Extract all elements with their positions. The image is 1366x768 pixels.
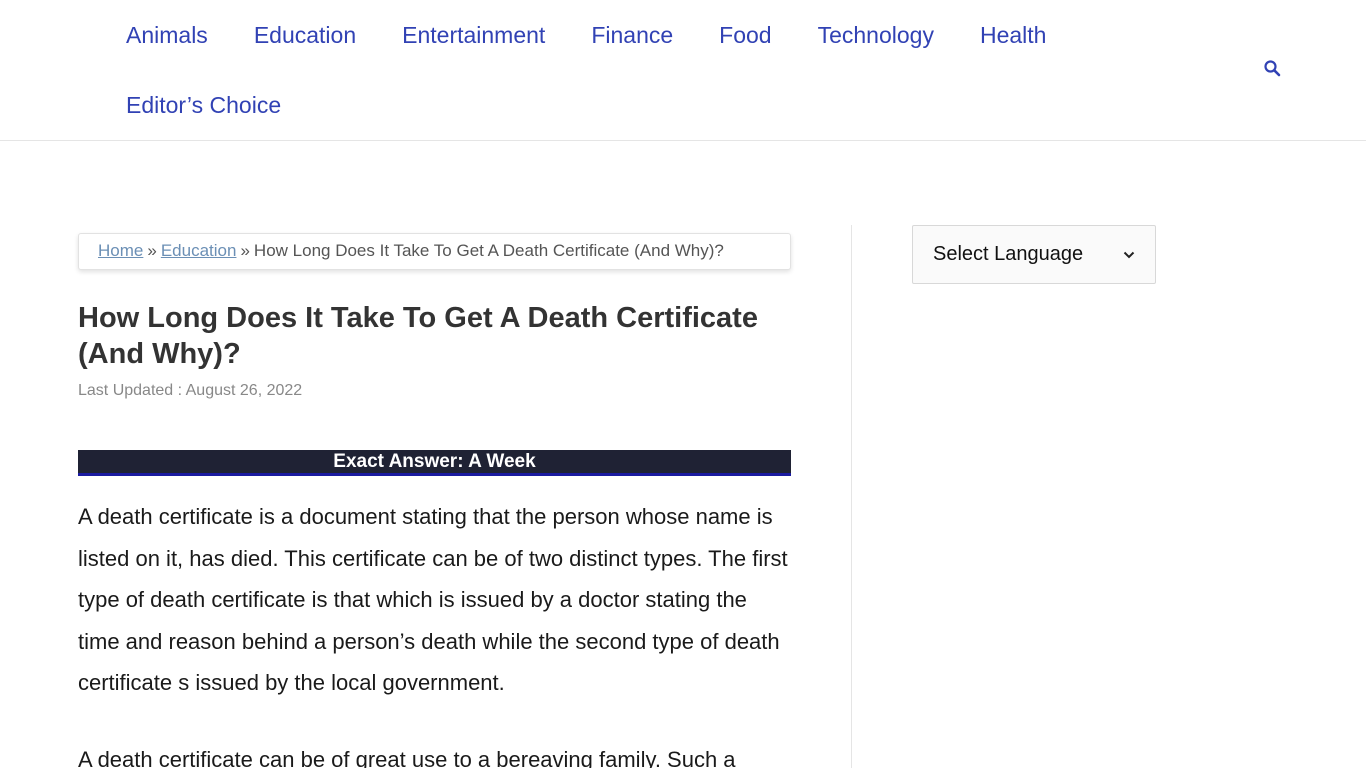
site-header: Animals Education Entertainment Finance … xyxy=(0,0,1366,141)
nav-item-technology[interactable]: Technology xyxy=(795,22,957,49)
article-paragraph: A death certificate can be of great use … xyxy=(78,747,736,768)
breadcrumb-separator: » xyxy=(240,241,250,260)
nav-item-finance[interactable]: Finance xyxy=(568,22,696,49)
last-updated: Last Updated : August 26, 2022 xyxy=(78,382,303,399)
search-icon xyxy=(1264,60,1281,77)
search-button[interactable] xyxy=(1262,58,1284,80)
nav-item-food[interactable]: Food xyxy=(696,22,794,49)
breadcrumb: Home» Education» How Long Does It Take To … xyxy=(78,233,791,270)
exact-answer-banner: Exact Answer: A Week xyxy=(78,450,791,476)
nav-row-1: Animals Education Entertainment Finance … xyxy=(103,0,1103,70)
nav-row-2: Editor’s Choice xyxy=(103,70,1103,140)
breadcrumb-separator: » xyxy=(147,241,157,260)
nav-item-health[interactable]: Health xyxy=(957,22,1069,49)
language-select-value: Select Language xyxy=(933,243,1084,265)
breadcrumb-home-link[interactable]: Home xyxy=(98,241,143,260)
language-select[interactable]: Select Language xyxy=(912,225,1156,284)
nav-item-entertainment[interactable]: Entertainment xyxy=(379,22,568,49)
nav-item-animals[interactable]: Animals xyxy=(103,22,231,49)
nav-item-editors-choice[interactable]: Editor’s Choice xyxy=(103,92,304,119)
page-title: How Long Does It Take To Get A Death Cer… xyxy=(78,302,758,370)
nav-item-education[interactable]: Education xyxy=(231,22,379,49)
breadcrumb-category-link[interactable]: Education xyxy=(161,241,237,260)
chevron-down-icon xyxy=(1123,251,1135,258)
sidebar-divider xyxy=(851,225,852,768)
main-nav: Animals Education Entertainment Finance … xyxy=(103,0,1103,140)
breadcrumb-current: How Long Does It Take To Get A Death Cer… xyxy=(253,241,724,260)
article-paragraph: A death certificate is a document statin… xyxy=(78,504,788,695)
